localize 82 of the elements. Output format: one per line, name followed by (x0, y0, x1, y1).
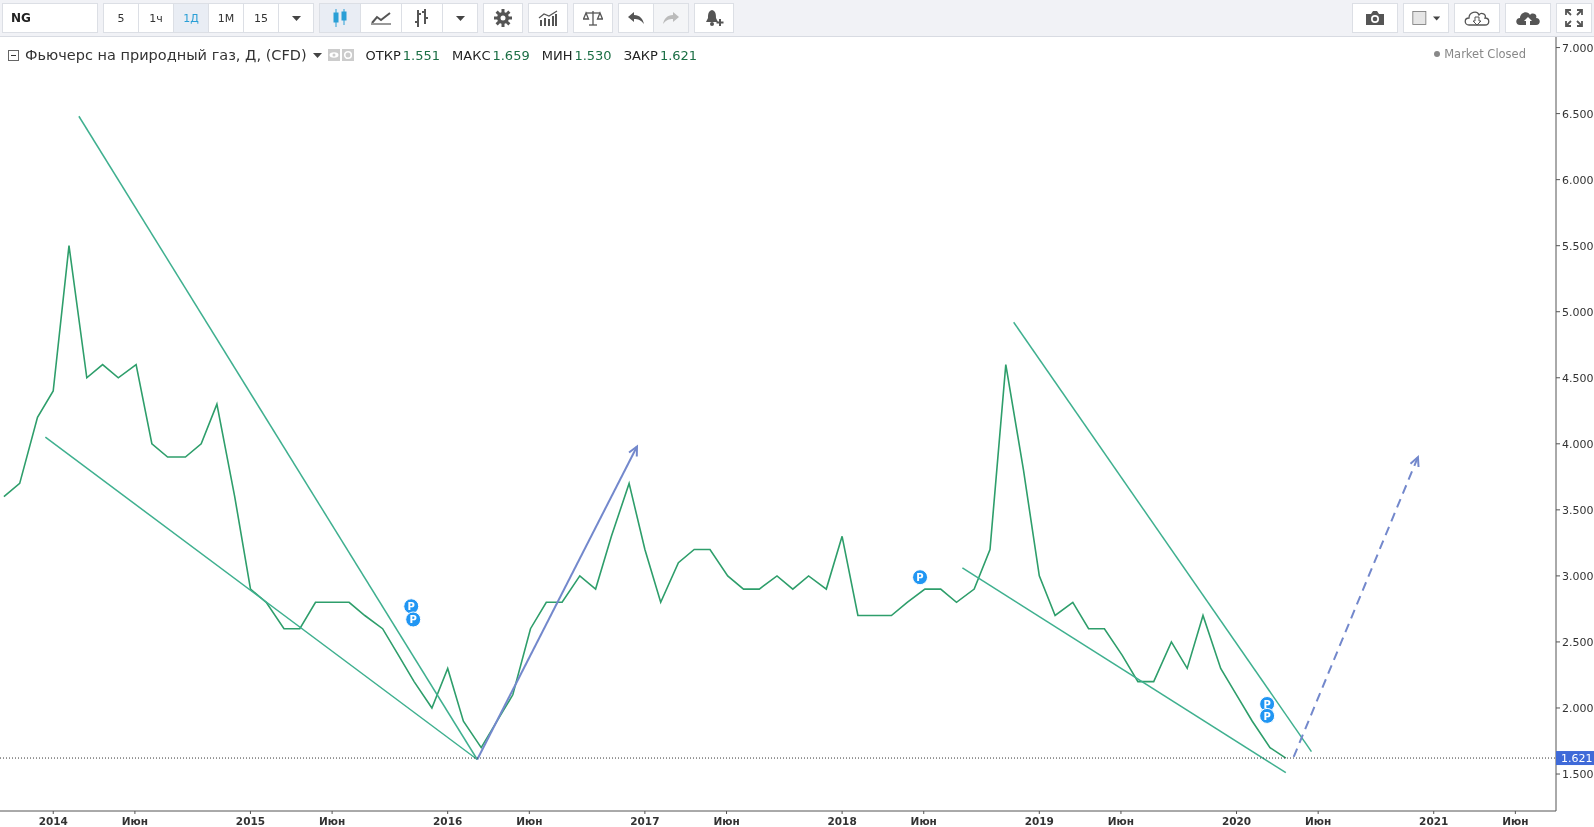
ohlc-value: 1.621 (659, 47, 698, 63)
ohlc-label: МАКС (452, 47, 491, 63)
ohlc-label: ОТКР (365, 47, 401, 63)
toolbar-button[interactable] (1352, 3, 1398, 33)
bars-icon (414, 8, 430, 28)
y-axis-label: 7.000 (1562, 41, 1594, 55)
x-axis-label: Июн (319, 815, 346, 827)
chart-type-dropdown[interactable] (442, 3, 478, 33)
y-axis-label: 4.000 (1562, 437, 1594, 451)
line-chart-icon (371, 11, 391, 25)
interval-button[interactable]: 1М (208, 3, 244, 33)
event-marker[interactable]: P (1259, 707, 1276, 724)
caret-icon (291, 15, 301, 21)
cloud-download-icon (1463, 9, 1491, 27)
interval-dropdown[interactable] (278, 3, 314, 33)
candlestick-icon (332, 8, 348, 28)
bell-plus-icon (704, 9, 724, 27)
toolbar-button[interactable] (694, 3, 734, 33)
x-axis-label: 2020 (1221, 815, 1252, 827)
ohlc-value: 1.530 (574, 47, 612, 63)
toolbar-button[interactable] (1505, 3, 1551, 33)
color-swatch-icon (1412, 9, 1427, 27)
x-axis-label: Июн (713, 815, 740, 827)
ohlc-label: МИН (541, 47, 573, 63)
x-axis-label: Июн (121, 815, 148, 827)
camera-icon (1365, 10, 1385, 26)
y-axis-label: 3.000 (1562, 569, 1594, 583)
collapse-icon[interactable] (8, 49, 19, 61)
event-marker[interactable]: P (405, 611, 422, 628)
x-axis-label: 2014 (38, 815, 68, 827)
toolbar-button[interactable] (528, 3, 568, 33)
interval-button[interactable]: 1Д (173, 3, 209, 33)
interval-button[interactable]: 15 (243, 3, 279, 33)
x-axis-label: 2015 (235, 815, 266, 827)
toolbar-button[interactable] (1556, 3, 1592, 33)
indicators-icon (538, 10, 558, 26)
y-axis-label: 1.500 (1562, 768, 1594, 781)
caret-icon (455, 15, 465, 21)
interval-button[interactable]: 5 (103, 3, 139, 33)
y-axis-label: 6.500 (1562, 107, 1594, 121)
x-axis-label: 2021 (1419, 815, 1449, 827)
y-axis-label: 3.500 (1562, 503, 1594, 517)
x-axis-label: Июн (1502, 815, 1529, 827)
toolbar-button[interactable] (1454, 3, 1500, 33)
ohlc-value: 1.551 (402, 47, 441, 63)
cloud-upload-icon (1514, 9, 1542, 27)
chart-type-button[interactable] (401, 3, 443, 33)
x-axis-label: 2019 (1024, 815, 1054, 827)
x-axis-label: 2016 (433, 815, 463, 827)
settings-icon (494, 9, 512, 27)
undo-icon (627, 11, 645, 25)
caret-icon (312, 52, 322, 58)
instrument-title: Фьючерс на природный газ, Д, (CFD) (25, 47, 307, 63)
toolbar-button[interactable] (618, 3, 654, 33)
x-axis-label: Июн (910, 815, 937, 827)
y-axis-label: 4.500 (1562, 371, 1594, 385)
y-axis-label: 6.000 (1562, 173, 1594, 187)
toolbar-button[interactable] (483, 3, 523, 33)
toolbar-button[interactable] (1403, 3, 1449, 33)
fullscreen-icon (1565, 9, 1583, 27)
ohlc-value: 1.659 (492, 47, 530, 63)
scales-icon (583, 10, 603, 26)
market-status: Market Closed (1444, 47, 1526, 61)
x-axis-label: 2017 (630, 815, 660, 827)
y-axis-label: 5.000 (1562, 305, 1594, 319)
interval-button[interactable]: 1ч (138, 3, 174, 33)
symbol-field[interactable]: NG (2, 3, 98, 33)
y-axis-label: 2.000 (1562, 702, 1594, 715)
x-axis-label: Июн (516, 815, 543, 827)
x-axis-label: 2018 (827, 815, 857, 827)
chart-type-button[interactable] (360, 3, 402, 33)
ohlc-label: ЗАКР (623, 47, 658, 63)
last-price-label: 1.621 (1556, 751, 1594, 766)
y-axis-label: 5.500 (1562, 239, 1594, 253)
x-axis-label: Июн (1305, 815, 1332, 827)
y-axis-label: 2.500 (1562, 635, 1594, 649)
status-dot (1434, 51, 1441, 57)
x-axis-label: Июн (1107, 815, 1135, 827)
redo-icon (662, 11, 680, 25)
caret-icon (1432, 15, 1440, 21)
event-marker[interactable]: P (912, 569, 929, 586)
toolbar-button[interactable] (573, 3, 613, 33)
